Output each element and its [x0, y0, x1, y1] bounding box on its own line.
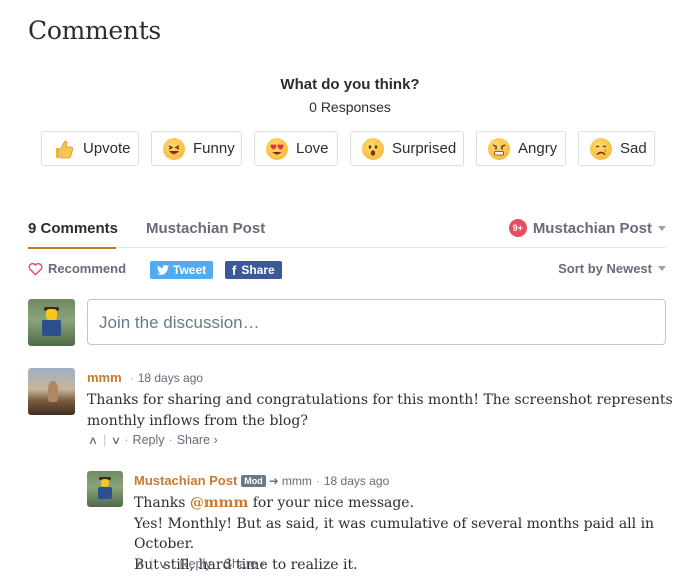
- comment-actions: ∧ | ∨ · Reply · Share ›: [87, 433, 218, 447]
- comment-header: Mustachian Post Mod ➜ mmm · 18 days ago: [134, 473, 390, 488]
- comment-time[interactable]: 18 days ago: [138, 371, 203, 385]
- reaction-sad-button[interactable]: Sad: [578, 131, 655, 166]
- downvote-icon[interactable]: ∨: [158, 558, 168, 571]
- reaction-surprised-button[interactable]: Surprised: [350, 131, 464, 166]
- share-link[interactable]: Share ›: [224, 557, 265, 571]
- reply-link[interactable]: Reply: [180, 557, 212, 571]
- angry-face-icon: [488, 137, 510, 160]
- reply-arrow-icon: ➜: [268, 473, 279, 488]
- tweet-label: Tweet: [173, 263, 207, 277]
- share-link[interactable]: Share ›: [177, 433, 218, 447]
- share-label: Share: [241, 263, 275, 277]
- heart-eyes-icon: [266, 137, 288, 160]
- current-user-avatar: [28, 299, 75, 346]
- comment-time[interactable]: 18 days ago: [324, 474, 389, 488]
- sad-face-icon: [590, 137, 612, 160]
- comment-tabs: 9 Comments Mustachian Post 9+ Mustachian…: [28, 218, 666, 249]
- tab-community[interactable]: Mustachian Post: [146, 220, 265, 237]
- reaction-label: Funny: [193, 140, 235, 157]
- page-title: Comments: [28, 16, 161, 45]
- avatar[interactable]: [87, 471, 123, 507]
- comment-line: Yes! Monthly! But as said, it was cumula…: [134, 515, 655, 553]
- upvote-icon[interactable]: ∧: [88, 434, 98, 447]
- responses-count: 0 Responses: [309, 99, 391, 115]
- reaction-label: Love: [296, 140, 329, 157]
- comment-header: mmm · 18 days ago: [87, 370, 204, 385]
- reaction-label: Sad: [620, 140, 647, 157]
- user-menu-label: Mustachian Post: [532, 219, 652, 237]
- twitter-bird-icon: [157, 265, 169, 275]
- reaction-label: Angry: [518, 140, 558, 157]
- reaction-label: Surprised: [392, 140, 457, 157]
- comment-body: Thanks for sharing and congratulations f…: [87, 390, 677, 431]
- avatar[interactable]: [28, 368, 75, 415]
- comment-author[interactable]: mmm: [87, 370, 122, 385]
- action-row: Recommend Tweet f Share Sort by Newest: [28, 260, 666, 280]
- chevron-down-icon: [658, 225, 666, 231]
- recommend-button[interactable]: Recommend: [28, 261, 126, 276]
- user-menu[interactable]: 9+ Mustachian Post: [508, 219, 666, 237]
- thumbs-up-icon: [53, 138, 75, 160]
- comment-author[interactable]: Mustachian Post: [134, 473, 237, 488]
- comment-actions: ∧ | ∨ · Reply · Share ›: [134, 557, 265, 571]
- reaction-upvote-button[interactable]: Upvote: [41, 131, 139, 166]
- reaction-angry-button[interactable]: Angry: [476, 131, 566, 166]
- in-reply-to[interactable]: mmm: [282, 474, 312, 488]
- facebook-share-button[interactable]: f Share: [225, 261, 282, 279]
- upvote-icon[interactable]: ∧: [135, 558, 145, 571]
- funny-face-icon: [163, 137, 185, 160]
- reaction-love-button[interactable]: Love: [254, 131, 338, 166]
- comment-line: Thanks @mmm for your nice message.: [134, 495, 415, 511]
- downvote-icon[interactable]: ∨: [111, 434, 121, 447]
- reactions-question: What do you think?: [280, 76, 420, 93]
- mention-link[interactable]: @mmm: [190, 495, 248, 511]
- reaction-funny-button[interactable]: Funny: [151, 131, 242, 166]
- active-tab-indicator: [28, 247, 116, 249]
- join-discussion-input[interactable]: Join the discussion…: [87, 299, 666, 345]
- reaction-label: Upvote: [83, 140, 131, 157]
- tweet-button[interactable]: Tweet: [150, 261, 214, 279]
- facebook-icon: f: [232, 262, 237, 278]
- comment-line: Thanks for sharing and congratulations f…: [87, 392, 673, 408]
- chevron-down-icon: [658, 266, 666, 271]
- recommend-label: Recommend: [48, 261, 127, 276]
- sort-label: Sort by Newest: [558, 261, 652, 276]
- comment-line: monthly inflows from the blog?: [87, 412, 308, 429]
- tab-comments[interactable]: 9 Comments: [28, 220, 119, 249]
- surprised-face-icon: [362, 137, 384, 160]
- heart-icon: [28, 262, 43, 276]
- tab-comments-label: 9 Comments: [28, 220, 119, 237]
- mod-badge: Mod: [241, 474, 266, 487]
- sort-dropdown[interactable]: Sort by Newest: [558, 261, 666, 276]
- reply-link[interactable]: Reply: [133, 433, 165, 447]
- notification-badge[interactable]: 9+: [508, 219, 527, 237]
